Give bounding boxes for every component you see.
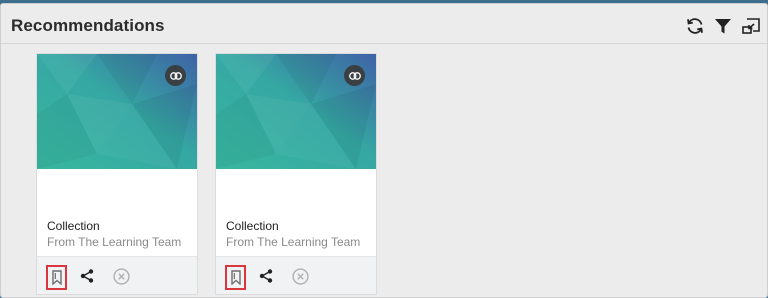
recommendation-card[interactable]: Collection From The Learning Team	[215, 53, 377, 295]
bookmark-button[interactable]	[46, 265, 67, 290]
dismiss-button[interactable]	[290, 266, 310, 286]
card-footer	[216, 256, 376, 294]
card-title[interactable]: Collection	[47, 219, 100, 233]
filter-button[interactable]	[713, 16, 733, 36]
link-icon	[348, 71, 361, 80]
link-icon	[169, 71, 182, 80]
panel-header: Recommendations	[1, 4, 767, 44]
collapse-icon	[742, 18, 760, 34]
card-thumbnail[interactable]	[37, 54, 197, 169]
close-circle-icon	[291, 267, 309, 285]
card-footer	[37, 256, 197, 294]
share-icon	[80, 269, 94, 283]
card-title[interactable]: Collection	[226, 219, 279, 233]
refresh-icon	[687, 18, 703, 34]
recommendation-card[interactable]: Collection From The Learning Team	[36, 53, 198, 295]
bookmark-icon	[51, 270, 62, 285]
link-button[interactable]	[344, 65, 365, 86]
share-button[interactable]	[77, 266, 97, 286]
link-button[interactable]	[165, 65, 186, 86]
refresh-button[interactable]	[685, 16, 705, 36]
bookmark-button[interactable]	[225, 265, 246, 290]
card-source: From The Learning Team	[226, 235, 361, 249]
share-icon	[259, 269, 273, 283]
panel-title: Recommendations	[11, 16, 165, 35]
collapse-button[interactable]	[741, 16, 761, 36]
dismiss-button[interactable]	[111, 266, 131, 286]
share-button[interactable]	[256, 266, 276, 286]
card-thumbnail[interactable]	[216, 54, 376, 169]
close-circle-icon	[112, 267, 130, 285]
bookmark-icon	[230, 270, 241, 285]
card-source: From The Learning Team	[47, 235, 182, 249]
filter-icon	[715, 19, 731, 34]
header-actions	[685, 16, 761, 36]
recommendations-panel: Recommendations Collection From The Lear…	[0, 3, 768, 298]
